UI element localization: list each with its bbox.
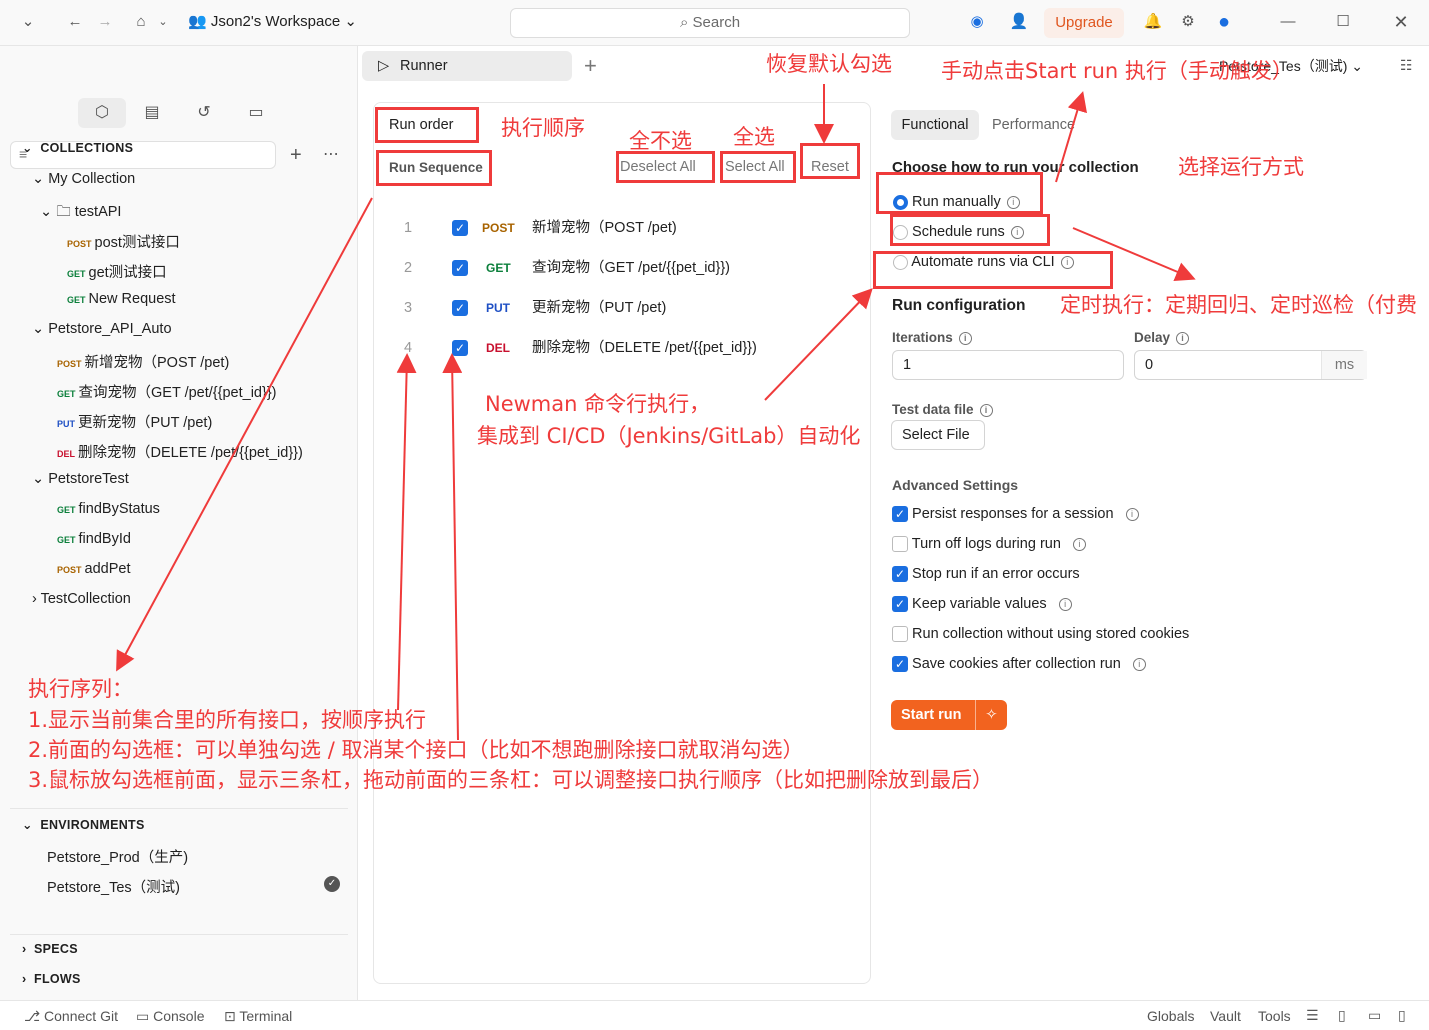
annotation-text: 执行顺序	[501, 116, 585, 140]
annotation-text: 定时执行：定期回归、定时巡检（付费	[1060, 293, 1417, 317]
annotation-text: 执行序列：	[28, 677, 133, 701]
annotation-text: 手动点击Start run 执行（手动触发）	[941, 59, 1293, 83]
annotation-text: 恢复默认勾选	[766, 52, 892, 76]
annotation-text: 3.鼠标放勾选框前面，显示三条杠，拖动前面的三条杠：可以调整接口执行顺序（比如把…	[28, 768, 994, 792]
annotation-text: 选择运行方式	[1178, 155, 1304, 179]
annotation-text: 全不选	[629, 129, 692, 153]
annotation-text: 集成到 CI/CD（Jenkins/GitLab）自动化	[477, 424, 861, 448]
annotation-text: 全选	[733, 125, 775, 149]
annotation-text: 1.显示当前集合里的所有接口，按顺序执行	[28, 708, 427, 732]
annotation-text: 2.前面的勾选框：可以单独勾选 / 取消某个接口（比如不想跑删除接口就取消勾选）	[28, 738, 804, 762]
annotation-text: Newman 命令行执行，	[485, 392, 711, 416]
